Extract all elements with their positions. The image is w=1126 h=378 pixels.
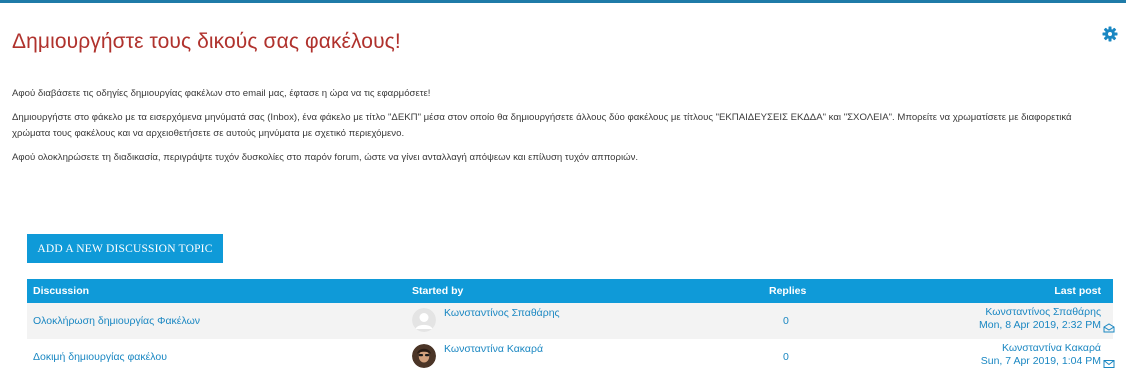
top-border [0, 0, 1126, 3]
last-post-date[interactable]: Sun, 7 Apr 2019, 1:04 PM [981, 355, 1101, 368]
intro-paragraph: Αφού ολοκληρώσετε τη διαδικασία, περιγρά… [12, 152, 639, 163]
last-post-date[interactable]: Mon, 8 Apr 2019, 2:32 PM [979, 319, 1101, 332]
header-replies[interactable]: Replies [769, 285, 806, 297]
table-header: Discussion Started by Replies Last post [27, 279, 1113, 303]
last-post: Κωνσταντίνος Σπαθάρης Mon, 8 Apr 2019, 2… [979, 306, 1101, 332]
intro-paragraph: Αφού διαβάσετε τις οδηγίες δημιουργίας φ… [12, 88, 431, 99]
header-discussion[interactable]: Discussion [33, 285, 89, 297]
mail-closed-icon[interactable] [1103, 359, 1115, 369]
table-row: Ολοκλήρωση δημιουργίας Φακέλων Κωνσταντί… [27, 303, 1115, 339]
last-post: Κωνσταντίνα Κακαρά Sun, 7 Apr 2019, 1:04… [981, 342, 1101, 368]
intro-paragraph: Δημιουργήστε στο φάκελο με τα εισερχόμεν… [12, 112, 1072, 139]
forum-intro: Αφού διαβάσετε τις οδηγίες δημιουργίας φ… [12, 86, 1112, 174]
discussion-table: Discussion Started by Replies Last post … [27, 279, 1115, 375]
last-post-author[interactable]: Κωνσταντίνα Κακαρά [981, 342, 1101, 355]
user-photo-avatar[interactable] [412, 344, 436, 368]
last-post-author[interactable]: Κωνσταντίνος Σπαθάρης [979, 306, 1101, 319]
replies-count[interactable]: 0 [783, 351, 789, 363]
add-discussion-button[interactable]: ADD A NEW DISCUSSION TOPIC [27, 234, 223, 263]
default-avatar[interactable] [412, 308, 436, 332]
replies-count[interactable]: 0 [783, 315, 789, 327]
discussion-link[interactable]: Ολοκλήρωση δημιουργίας Φακέλων [33, 315, 200, 327]
header-last-post[interactable]: Last post [1054, 285, 1101, 297]
gear-icon[interactable] [1102, 26, 1118, 42]
header-started-by[interactable]: Started by [412, 285, 463, 297]
mail-open-icon[interactable] [1103, 323, 1115, 333]
discussion-link[interactable]: Δοκιμή δημιουργίας φακέλου [33, 351, 167, 363]
started-by-link[interactable]: Κωνσταντίνος Σπαθάρης [444, 307, 560, 319]
started-by-link[interactable]: Κωνσταντίνα Κακαρά [444, 343, 543, 355]
table-row: Δοκιμή δημιουργίας φακέλου Κωνσταντίνα Κ… [27, 339, 1115, 375]
page-title: Δημιουργήστε τους δικούς σας φακέλους! [12, 30, 401, 53]
